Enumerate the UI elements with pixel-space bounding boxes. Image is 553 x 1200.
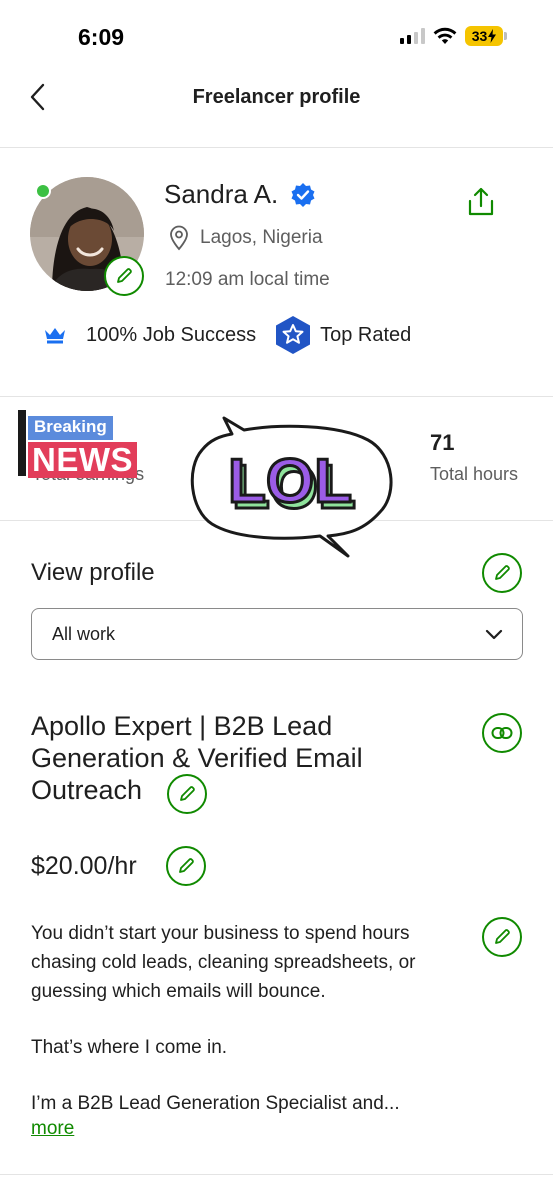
lol-sticker-text: LOL — [228, 447, 352, 516]
divider — [0, 1174, 553, 1175]
copy-link-button[interactable] — [482, 713, 522, 753]
location-pin-icon — [170, 225, 188, 251]
top-rated-icon — [276, 316, 311, 354]
charging-bolt-icon — [488, 29, 497, 43]
status-time: 6:09 — [78, 24, 125, 50]
sticker-breaking-text: Breaking — [28, 416, 113, 440]
chevron-down-icon — [485, 629, 503, 640]
freelancer-name: Sandra A. — [164, 179, 279, 209]
pencil-icon — [117, 268, 132, 283]
status-icons: 33 — [400, 26, 507, 46]
location-row: Lagos, Nigeria — [168, 225, 323, 251]
work-filter-select[interactable]: All work — [31, 608, 523, 660]
more-link[interactable]: more — [31, 1118, 74, 1140]
total-hours-value: 71 — [430, 430, 455, 455]
pencil-icon — [179, 858, 194, 873]
sticker-news-text: NEWS — [28, 442, 137, 478]
bio-paragraph: I’m a B2B Lead Generation Specialist and… — [31, 1093, 400, 1114]
battery-indicator: 33 — [465, 26, 503, 46]
nav-bar: Freelancer profile — [0, 70, 553, 148]
wifi-icon — [433, 27, 457, 44]
profile-header: Sandra A. Lagos, Nigeria 12:09 am local … — [0, 149, 553, 397]
edit-profile-button[interactable] — [482, 553, 522, 593]
link-icon — [491, 727, 513, 739]
status-bar: 6:09 33 — [0, 0, 553, 70]
battery-level: 33 — [471, 28, 488, 44]
bio-overview: You didn’t start your business to spend … — [31, 919, 471, 1118]
breaking-news-sticker: Breaking NEWS — [18, 410, 146, 478]
name-row: Sandra A. — [164, 179, 316, 210]
job-title: Apollo Expert | B2B Lead Generation & Ve… — [31, 711, 363, 805]
edit-bio-button[interactable] — [482, 917, 522, 957]
local-time: 12:09 am local time — [165, 269, 330, 290]
edit-photo-button[interactable] — [104, 256, 144, 296]
work-filter-value: All work — [52, 624, 116, 644]
job-success-badge: 100% Job Success — [86, 323, 257, 346]
pencil-icon — [495, 929, 510, 944]
badges-row: 100% Job Success Top Rated — [44, 315, 411, 355]
avatar-container — [30, 177, 144, 296]
verified-badge-icon — [291, 182, 315, 207]
edit-title-button[interactable] — [167, 774, 207, 814]
hourly-rate: $20.00/hr — [31, 852, 137, 880]
total-hours-label: Total hours — [430, 464, 519, 484]
view-profile-title: View profile — [31, 559, 155, 586]
bio-paragraph: You didn’t start your business to spend … — [31, 923, 416, 1002]
bio-paragraph: That’s where I come in. — [31, 1037, 228, 1058]
sticker-bar — [18, 410, 26, 476]
online-status-dot — [35, 183, 51, 199]
cellular-signal-icon — [400, 28, 425, 44]
pencil-icon — [495, 565, 510, 580]
lol-speech-bubble-sticker: LOL LOL — [190, 416, 393, 558]
location-text: Lagos, Nigeria — [200, 227, 323, 248]
pencil-icon — [180, 786, 195, 801]
page-title: Freelancer profile — [192, 86, 361, 108]
crown-icon — [45, 328, 65, 344]
edit-rate-button[interactable] — [166, 846, 206, 886]
top-rated-badge: Top Rated — [320, 323, 412, 346]
share-button[interactable] — [464, 185, 498, 219]
